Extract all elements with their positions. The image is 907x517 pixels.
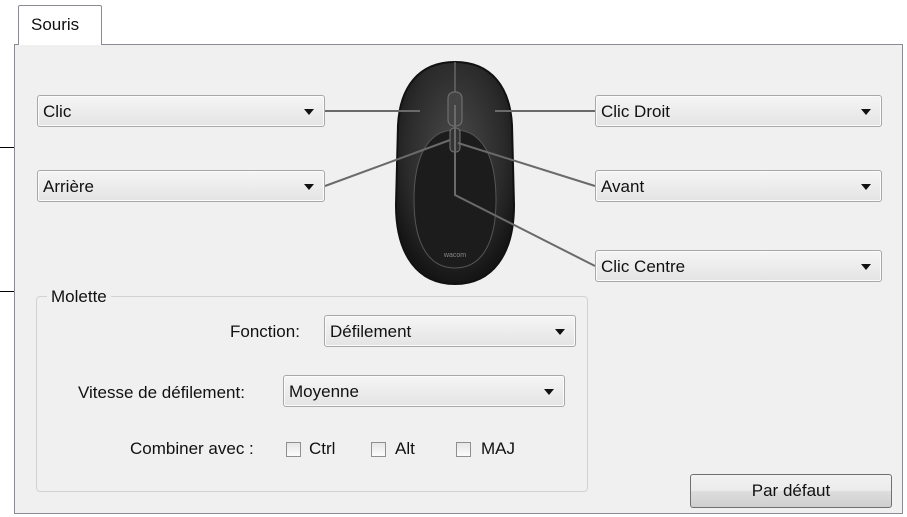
wheel-group-title: Molette bbox=[47, 287, 111, 307]
dropdown-value: Arrière bbox=[43, 177, 95, 196]
dropdown-value: Clic Droit bbox=[601, 102, 670, 121]
dropdown-arriere[interactable]: Arrière bbox=[37, 170, 325, 202]
dropdown-clic-centre[interactable]: Clic Centre bbox=[595, 250, 882, 282]
dropdown-vitesse[interactable]: Moyenne bbox=[283, 375, 565, 407]
dropdown-value: Défilement bbox=[330, 322, 412, 341]
function-label: Fonction: bbox=[230, 322, 300, 341]
chevron-down-icon bbox=[304, 109, 314, 115]
chevron-down-icon bbox=[544, 389, 554, 395]
default-button[interactable]: Par défaut bbox=[690, 474, 892, 508]
dropdown-value: Clic bbox=[43, 102, 72, 121]
chevron-down-icon bbox=[861, 109, 871, 115]
maj-label[interactable]: MAJ bbox=[481, 439, 515, 459]
dropdown-avant[interactable]: Avant bbox=[595, 170, 882, 202]
dropdown-clic[interactable]: Clic bbox=[37, 95, 325, 127]
dropdown-value: Avant bbox=[601, 177, 645, 196]
chevron-down-icon bbox=[555, 329, 565, 335]
dropdown-value: Moyenne bbox=[289, 382, 359, 401]
mouse-logo: wacom bbox=[443, 252, 466, 259]
dropdown-fonction[interactable]: Défilement bbox=[324, 315, 576, 347]
tab-label: Souris bbox=[31, 15, 80, 34]
dropdown-clic-droit[interactable]: Clic Droit bbox=[595, 95, 882, 127]
combine-label: Combiner avec : bbox=[130, 439, 254, 458]
ctrl-checkbox[interactable] bbox=[286, 442, 301, 457]
ctrl-label[interactable]: Ctrl bbox=[309, 439, 335, 459]
alt-label[interactable]: Alt bbox=[395, 439, 415, 459]
dropdown-value: Clic Centre bbox=[601, 257, 686, 276]
chevron-down-icon bbox=[304, 184, 314, 190]
maj-checkbox[interactable] bbox=[456, 442, 471, 457]
alt-checkbox[interactable] bbox=[371, 442, 386, 457]
speed-label: Vitesse de défilement: bbox=[78, 383, 245, 402]
tab-souris[interactable]: Souris bbox=[18, 5, 102, 45]
chevron-down-icon bbox=[861, 264, 871, 270]
chevron-down-icon bbox=[861, 184, 871, 190]
